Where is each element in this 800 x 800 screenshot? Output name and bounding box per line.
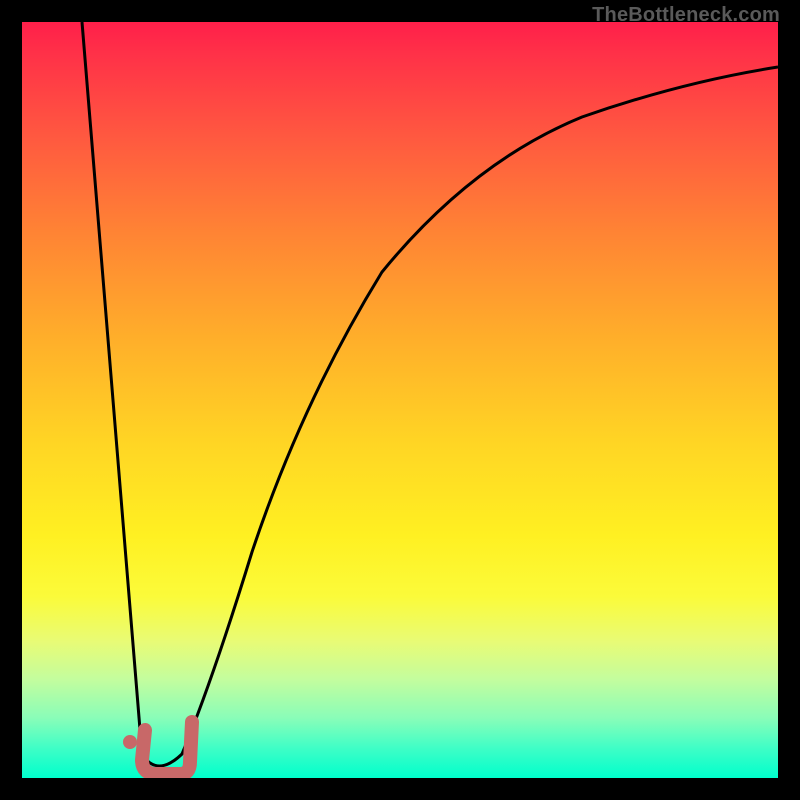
- j-accent-stroke: [142, 722, 192, 774]
- chart-frame: [22, 22, 778, 778]
- dot-accent: [123, 735, 137, 749]
- watermark-text: TheBottleneck.com: [592, 4, 780, 27]
- chart-svg: [22, 22, 778, 778]
- bottleneck-curve: [82, 22, 778, 766]
